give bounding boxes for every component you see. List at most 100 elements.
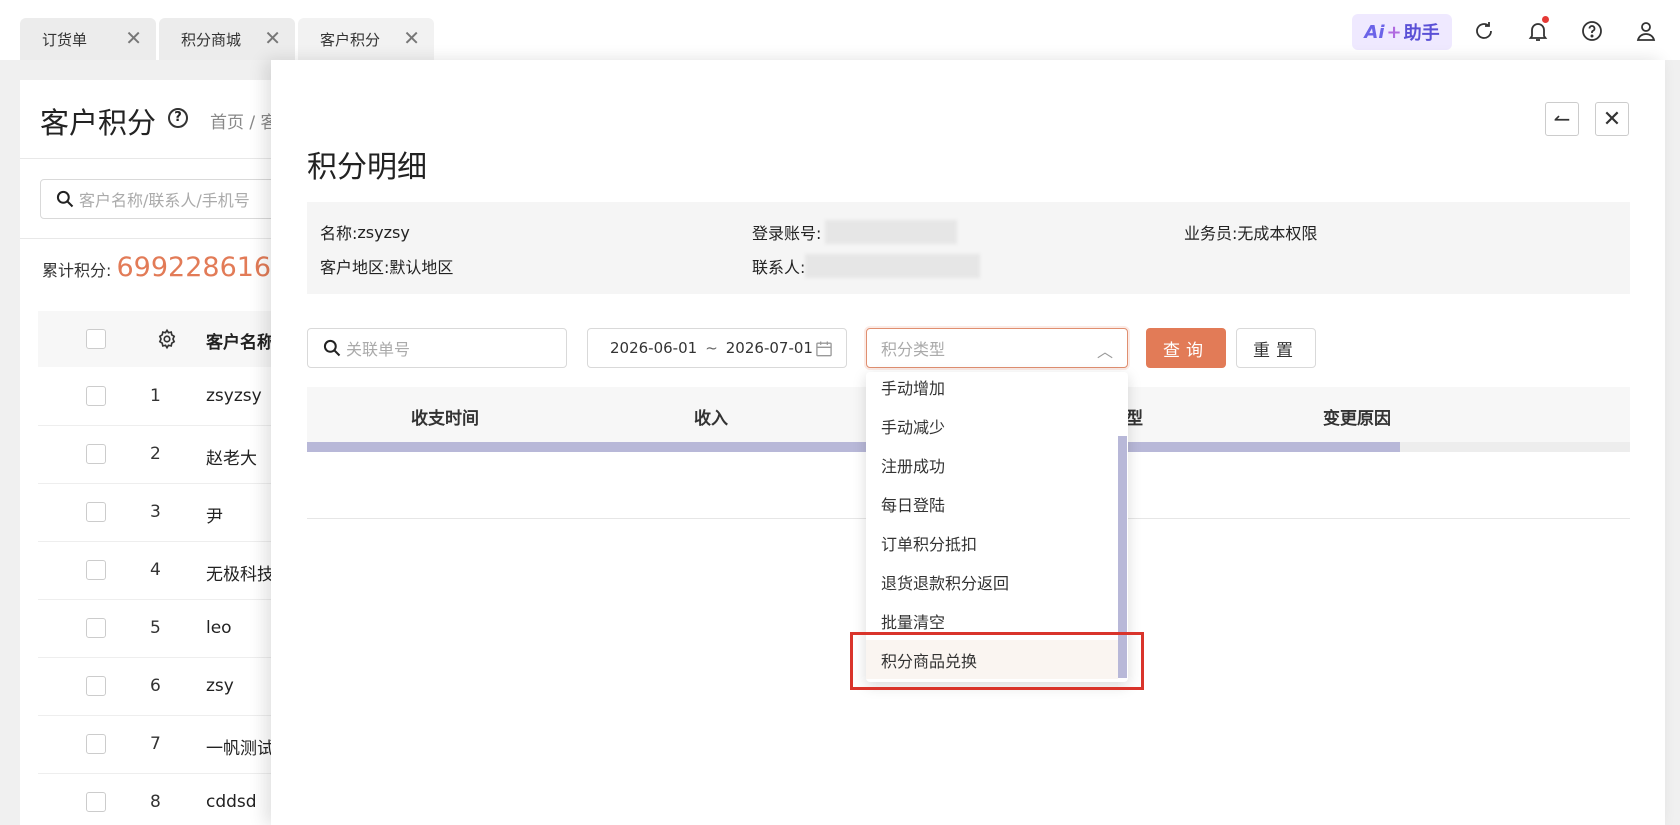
table-header: 客户名称 [38, 311, 290, 367]
row-index: 8 [150, 792, 161, 812]
tab-label: 客户积分 [320, 30, 381, 49]
row-checkbox[interactable] [86, 734, 106, 754]
close-icon[interactable]: ✕ [1595, 102, 1629, 136]
page-title: 客户积分 [40, 106, 157, 140]
row-customer-name: 无极科技 [206, 565, 274, 585]
redacted-contact-value [805, 254, 981, 278]
table-row[interactable]: 4 无极科技 [38, 542, 290, 600]
ai-sparkle-icon: + [1386, 21, 1402, 43]
dropdown-option-manual-add[interactable]: 手动增加 [866, 372, 1118, 406]
row-index: 2 [150, 444, 161, 464]
search-placeholder: 客户名称/联系人/手机号 [79, 191, 250, 210]
table-row[interactable]: 3 尹 [38, 484, 290, 542]
info-login-label: 登录账号: [752, 224, 822, 243]
help-icon[interactable] [1579, 18, 1605, 44]
row-checkbox[interactable] [86, 444, 106, 464]
table-row[interactable]: 2 赵老大 [38, 426, 290, 484]
ai-assistant-label: 助手 [1403, 23, 1440, 44]
row-customer-name: cddsd [206, 792, 257, 812]
ai-assistant-button[interactable]: Ai + 助手 [1352, 14, 1452, 50]
select-placeholder: 积分类型 [881, 340, 946, 359]
bell-icon[interactable] [1525, 16, 1551, 44]
refresh-icon[interactable] [1471, 18, 1497, 44]
info-contact-label: 联系人: [752, 258, 806, 277]
info-region: 客户地区: 默认地区 [320, 254, 453, 278]
dropdown-option-daily-login[interactable]: 每日登陆 [866, 484, 1118, 523]
row-customer-name: leo [206, 618, 232, 638]
row-checkbox[interactable] [86, 618, 106, 638]
row-index: 5 [150, 618, 161, 638]
divider [20, 238, 290, 239]
chevron-up-icon: ︿ [1096, 342, 1113, 361]
date-separator: ~ [705, 339, 718, 357]
highlight-annotation-box [850, 632, 1144, 690]
points-detail-drawer: ↼ ✕ 积分明细 名称: zsyzsy 登录账号: 业务员: 无成本权限 客户地… [271, 60, 1665, 825]
column-header-type: 型 [1126, 409, 1143, 429]
tab-label: 积分商城 [181, 30, 242, 49]
related-order-search-input[interactable]: 关联单号 [307, 328, 567, 368]
gear-icon[interactable] [156, 328, 178, 350]
column-header-customer-name: 客户名称 [206, 333, 274, 353]
dropdown-option-refund-return[interactable]: 退货退款积分返回 [866, 562, 1118, 601]
info-login-account: 登录账号: [752, 220, 958, 244]
table-row[interactable]: 6 zsy [38, 658, 290, 716]
help-icon[interactable]: ? [168, 108, 188, 128]
tab-order[interactable]: 订货单 ✕ [20, 18, 156, 60]
notification-dot [1542, 16, 1549, 23]
table-row[interactable]: 1 zsyzsy [38, 368, 290, 426]
date-range-picker[interactable]: 2026-06-01 ~ 2026-07-01 [587, 328, 847, 368]
select-all-checkbox[interactable] [86, 329, 106, 349]
info-region-label: 客户地区: [320, 258, 390, 277]
row-index: 3 [150, 502, 161, 522]
row-index: 7 [150, 734, 161, 754]
calendar-icon [816, 341, 832, 357]
row-checkbox[interactable] [86, 676, 106, 696]
row-index: 1 [150, 386, 161, 406]
close-icon[interactable]: ✕ [125, 27, 142, 49]
total-points: 累计积分: 699228616 [42, 252, 271, 283]
row-checkbox[interactable] [86, 560, 106, 580]
row-customer-name: 赵老大 [206, 449, 257, 469]
ai-logo: Ai [1364, 21, 1385, 43]
query-button[interactable]: 查询 [1146, 328, 1226, 368]
dropdown-option-order-deduction[interactable]: 订单积分抵扣 [866, 523, 1118, 562]
total-points-label: 累计积分: [42, 261, 112, 280]
row-checkbox[interactable] [86, 792, 106, 812]
points-type-select[interactable]: 积分类型 ︿ [866, 328, 1128, 368]
tab-points-mall[interactable]: 积分商城 ✕ [159, 18, 295, 60]
reset-button[interactable]: 重置 [1236, 328, 1316, 368]
row-checkbox[interactable] [86, 386, 106, 406]
info-salesman-value: 无成本权限 [1237, 224, 1318, 243]
divider [20, 158, 290, 159]
customer-search-input[interactable]: 客户名称/联系人/手机号 [40, 179, 300, 219]
breadcrumb[interactable]: 首页 / 客 [210, 108, 278, 133]
column-header-reason: 变更原因 [1323, 409, 1391, 429]
table-row[interactable]: 7 一帆测试帐 [38, 716, 291, 774]
total-points-value: 699228616 [116, 252, 272, 283]
info-salesman-label: 业务员: [1184, 224, 1238, 243]
drawer-title: 积分明细 [307, 150, 427, 185]
user-icon[interactable] [1633, 18, 1659, 44]
dropdown-option-register-success[interactable]: 注册成功 [866, 445, 1118, 484]
collapse-arrow-icon[interactable]: ↼ [1545, 102, 1579, 136]
column-header-time: 收支时间 [411, 409, 479, 429]
dropdown-option-manual-reduce[interactable]: 手动减少 [866, 406, 1118, 445]
info-name-value: zsyzsy [357, 222, 410, 242]
row-checkbox[interactable] [86, 502, 106, 522]
row-index: 6 [150, 676, 161, 696]
search-icon [323, 339, 341, 357]
row-customer-name: zsy [206, 676, 234, 696]
close-icon[interactable]: ✕ [264, 27, 281, 49]
search-placeholder: 关联单号 [346, 340, 411, 359]
table-row[interactable]: 5 leo [38, 600, 290, 658]
scrollbar-thumb[interactable] [307, 442, 1400, 452]
date-end: 2026-07-01 [725, 339, 813, 357]
tab-customer-points[interactable]: 客户积分 ✕ [298, 18, 434, 60]
redacted-login-value [825, 220, 958, 244]
info-contact: 联系人: [752, 254, 981, 278]
table-row[interactable]: 8 cddsd [38, 774, 290, 825]
close-icon[interactable]: ✕ [403, 27, 420, 49]
info-region-value: 默认地区 [389, 258, 454, 277]
info-name-label: 名称: [320, 224, 358, 243]
search-icon [56, 190, 74, 208]
